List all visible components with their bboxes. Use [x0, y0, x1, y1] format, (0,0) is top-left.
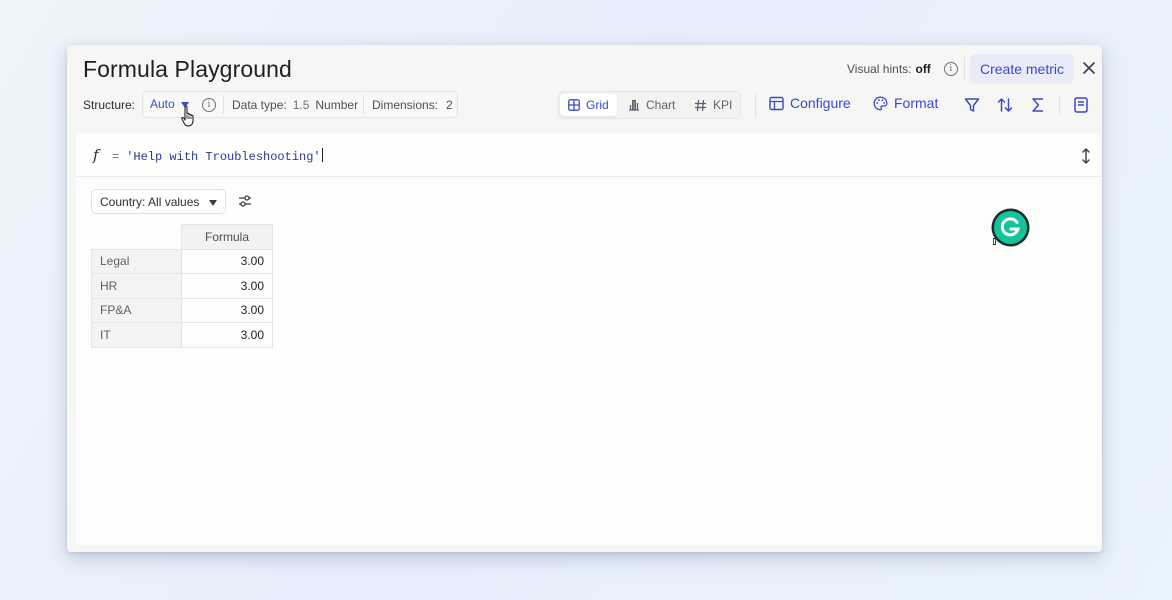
- tab-kpi[interactable]: KPI: [686, 94, 740, 116]
- tab-grid[interactable]: Grid: [560, 94, 617, 116]
- configure-label: Configure: [790, 95, 851, 111]
- structure-value: Auto: [150, 97, 175, 111]
- hash-icon: [695, 99, 706, 111]
- close-icon[interactable]: [1081, 60, 1097, 76]
- row-label: Legal: [91, 248, 182, 274]
- bar-chart-icon: [629, 99, 639, 111]
- dimensions-label: Dimensions:: [372, 98, 439, 112]
- sort-icon[interactable]: [996, 96, 1014, 114]
- divider: [223, 95, 224, 114]
- visual-hints[interactable]: Visual hints: off i: [847, 62, 958, 76]
- table-icon: [769, 96, 784, 110]
- data-type-info: Data type: 1.5 Number: [232, 98, 358, 112]
- formula-expression: 'Help with Troubleshooting': [126, 150, 321, 164]
- column-header[interactable]: Formula: [181, 224, 273, 250]
- format-label: Format: [894, 95, 939, 111]
- grammarly-icon[interactable]: [990, 207, 1031, 248]
- tab-chart-label: Chart: [646, 98, 676, 112]
- cell-value[interactable]: 3.00: [181, 297, 273, 323]
- configure-button[interactable]: Configure: [769, 95, 851, 111]
- divider: [363, 95, 364, 114]
- page-title: Formula Playground: [83, 56, 292, 82]
- data-type-name: Number: [315, 98, 359, 112]
- sliders-icon[interactable]: [237, 193, 253, 209]
- grid-icon: [568, 99, 580, 111]
- cell-value[interactable]: 3.00: [181, 248, 273, 274]
- tab-kpi-label: KPI: [713, 98, 733, 112]
- notes-icon[interactable]: [1072, 96, 1090, 114]
- filter-icon[interactable]: [963, 96, 981, 114]
- palette-icon: [873, 96, 888, 110]
- table-row: HR 3.00: [91, 273, 273, 299]
- divider: [1059, 95, 1060, 115]
- formula-bar[interactable]: f = 'Help with Troubleshooting': [76, 134, 1101, 177]
- resize-vertical-icon[interactable]: [1080, 147, 1092, 165]
- dimensions-value: 2: [446, 98, 453, 112]
- table-row: FP&A 3.00: [91, 297, 273, 323]
- visual-hints-value[interactable]: off: [915, 62, 930, 76]
- row-label: HR: [91, 273, 182, 299]
- formula-playground-dialog: Formula Playground Visual hints: off i C…: [67, 45, 1102, 552]
- view-switcher: Grid Chart KPI: [558, 91, 741, 119]
- structure-label: Structure:: [83, 98, 136, 112]
- text-cursor: [321, 148, 324, 162]
- results-grid: Formula Legal 3.00 HR 3.00 FP&A 3.00 IT …: [91, 224, 273, 348]
- divider: [755, 93, 756, 117]
- country-filter-label: Country: All values: [100, 194, 200, 209]
- cell-value[interactable]: 3.00: [181, 273, 273, 299]
- function-icon: f: [93, 146, 99, 164]
- chevron-down-icon: [209, 199, 218, 206]
- data-type-sample: 1.5: [292, 98, 310, 112]
- formula-operator: =: [112, 150, 120, 164]
- table-row: Legal 3.00: [91, 248, 273, 274]
- hand-pointer-icon: [181, 105, 194, 127]
- sigma-icon[interactable]: [1029, 96, 1047, 114]
- header-row: Formula: [92, 224, 273, 250]
- formula-input[interactable]: = 'Help with Troubleshooting': [112, 148, 324, 164]
- info-icon[interactable]: i: [943, 62, 958, 76]
- corner-cell: [92, 225, 182, 250]
- data-type-label: Data type:: [232, 98, 287, 112]
- row-label: FP&A: [91, 297, 182, 323]
- row-label: IT: [91, 322, 182, 348]
- visual-hints-label: Visual hints:: [847, 62, 912, 76]
- table-row: IT 3.00: [91, 322, 273, 348]
- divider: [964, 57, 965, 81]
- cell-value[interactable]: 3.00: [181, 322, 273, 348]
- tab-chart[interactable]: Chart: [620, 94, 683, 116]
- create-metric-button[interactable]: Create metric: [970, 54, 1074, 84]
- structure-info-icon[interactable]: i: [202, 98, 216, 112]
- tab-grid-label: Grid: [586, 98, 609, 112]
- formula-panel: f = 'Help with Troubleshooting' Country: …: [76, 134, 1101, 545]
- country-filter-dropdown[interactable]: Country: All values: [91, 189, 226, 214]
- dimensions-info: Dimensions: 2: [372, 98, 453, 112]
- format-button[interactable]: Format: [873, 95, 938, 111]
